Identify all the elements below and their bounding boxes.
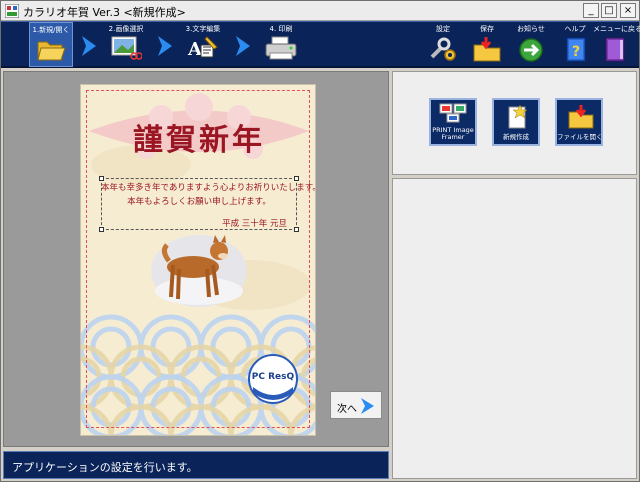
app-window: カラリオ年賀 Ver.3 <新規作成> _ □ × 1.新規/開く 2.画像選択 <box>0 0 640 482</box>
help-label: ヘルプ <box>564 25 586 33</box>
resize-handle[interactable] <box>294 227 299 232</box>
new-document-icon <box>508 104 528 129</box>
new-year-card[interactable]: 謹賀新年 本年も幸多き年でありますよう心よりお祈りいたします。 本年もよろしくお… <box>80 84 316 436</box>
open-file-button[interactable]: ファイルを開く <box>555 98 603 146</box>
save-label: 保存 <box>480 25 494 33</box>
greeting-line-2: 本年もよろしくお願い申し上げます。 <box>127 197 271 207</box>
greeting-line-1: 本年も幸多き年でありますよう心よりお祈りいたします。 <box>101 183 316 193</box>
news-label: お知らせ <box>517 25 545 33</box>
preview-panel: 謹賀新年 本年も幸多き年でありますよう心よりお祈りいたします。 本年もよろしくお… <box>3 71 389 447</box>
settings-label: 設定 <box>436 25 450 33</box>
print-image-framer-icon <box>439 103 467 123</box>
print-image-framer-button[interactable]: PRINT Image Framer <box>429 98 477 146</box>
help-icon: ? <box>566 37 586 62</box>
svg-text:?: ? <box>572 44 580 60</box>
status-bar: アプリケーションの設定を行います。 <box>3 451 389 479</box>
status-text: アプリケーションの設定を行います。 <box>12 461 198 474</box>
next-arrow-icon <box>361 398 374 414</box>
step-text-edit[interactable]: 3.文字編集 A <box>181 22 225 67</box>
menu-return-button[interactable]: メニューに戻る <box>593 22 640 67</box>
step-print-label: 4. 印刷 <box>269 25 293 33</box>
step-arrow-icon <box>236 36 250 56</box>
news-button[interactable]: お知らせ <box>509 22 553 67</box>
maximize-button[interactable]: □ <box>601 3 617 18</box>
open-file-label: ファイルを開く <box>557 133 603 141</box>
help-button[interactable]: ヘルプ ? <box>553 22 597 67</box>
window-title: カラリオ年賀 Ver.3 <新規作成> <box>23 6 186 19</box>
step-new-open[interactable]: 1.新規/開く <box>29 22 73 67</box>
toolbar: 1.新規/開く 2.画像選択 3.文字編集 A 4. 印刷 設定 保存 お知らせ… <box>1 21 640 68</box>
action-panel: PRINT Image Framer 新規作成 ファイルを開く <box>392 71 637 175</box>
logo-text: PC ResQ <box>251 372 295 382</box>
step-text-edit-label: 3.文字編集 <box>185 25 221 33</box>
save-icon <box>473 37 501 62</box>
step-arrow-icon <box>158 36 172 56</box>
image-select-icon <box>111 36 142 60</box>
menu-return-icon <box>605 37 625 62</box>
greeting-date: 平成 三十年 元旦 <box>222 219 287 229</box>
minimize-button[interactable]: _ <box>583 3 599 18</box>
new-document-button[interactable]: 新規作成 <box>492 98 540 146</box>
save-button[interactable]: 保存 <box>465 22 509 67</box>
folder-open-icon <box>37 41 66 61</box>
menu-return-label: メニューに戻る <box>593 25 640 33</box>
card-title-text[interactable]: 謹賀新年 <box>81 115 315 159</box>
detail-panel <box>392 178 637 479</box>
title-bar: カラリオ年賀 Ver.3 <新規作成> _ □ × <box>1 1 639 21</box>
print-image-framer-label: PRINT Image Framer <box>432 126 474 141</box>
settings-icon <box>430 37 456 61</box>
new-document-label: 新規作成 <box>503 133 529 141</box>
app-icon <box>5 4 19 18</box>
text-edit-icon: A <box>187 36 218 60</box>
settings-button[interactable]: 設定 <box>421 22 465 67</box>
open-file-icon <box>568 105 594 129</box>
step-image-select[interactable]: 2.画像選択 <box>104 22 148 67</box>
printer-icon <box>265 36 297 60</box>
step-arrow-icon <box>82 36 96 56</box>
close-button[interactable]: × <box>620 3 636 18</box>
step-print[interactable]: 4. 印刷 <box>259 22 303 67</box>
news-icon <box>519 38 543 62</box>
step-image-select-label: 2.画像選択 <box>108 25 144 33</box>
next-button-label: 次へ <box>337 404 357 415</box>
step-new-open-label: 1.新規/開く <box>32 26 70 34</box>
next-button[interactable]: 次へ <box>330 391 382 419</box>
